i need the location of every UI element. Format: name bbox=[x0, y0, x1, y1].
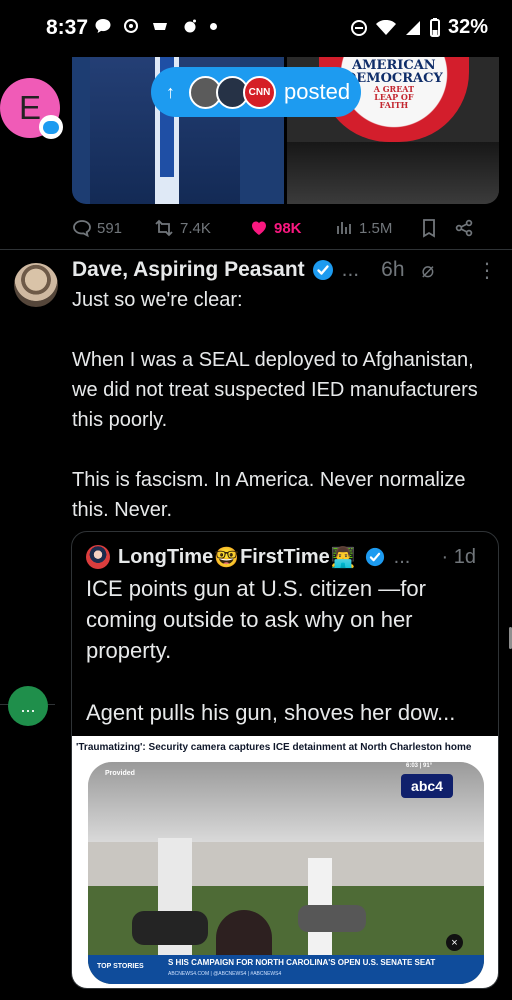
reply-icon bbox=[73, 220, 91, 238]
more-actions-button[interactable]: ... bbox=[8, 686, 48, 726]
posted-label: posted bbox=[284, 79, 351, 104]
post-time[interactable]: 6h bbox=[381, 258, 404, 282]
cnn-avatar: CNN bbox=[243, 75, 276, 109]
author-name[interactable]: Dave, Aspiring Peasant bbox=[72, 258, 305, 282]
repost-button[interactable]: 7.4K bbox=[153, 218, 249, 238]
quote-author-name[interactable]: LongTime 🤓 FirstTime 👨‍💻 bbox=[118, 545, 357, 570]
grok-icon[interactable]: ⌀ bbox=[422, 258, 435, 283]
nerd-emoji: 🤓 bbox=[214, 546, 240, 569]
up-arrow-icon: ↑ bbox=[166, 81, 175, 102]
game-notification-icon bbox=[153, 23, 167, 30]
avatar-letter: E bbox=[18, 89, 41, 126]
stage-floor bbox=[287, 142, 499, 204]
bookmark-button[interactable] bbox=[420, 218, 454, 238]
security-camera-frame: Provided TOP STORIES S HIS CAMPAIGN FOR … bbox=[88, 762, 484, 984]
battery-icon bbox=[429, 17, 440, 37]
news-ticker-sub: ABCNEWS4.COM | @ABCNEWS4 | #ABCNEWS4 bbox=[168, 971, 282, 977]
status-bar: 8:37 32% bbox=[0, 0, 512, 56]
reply-count: 591 bbox=[97, 219, 123, 237]
quote-text: ICE points gun at U.S. citizen —for comi… bbox=[86, 576, 456, 725]
posted-pill-button[interactable]: ↑ CNN posted bbox=[151, 67, 361, 117]
post-text: Just so we're clear: When I was a SEAL d… bbox=[72, 289, 478, 521]
reply-button[interactable]: 591 bbox=[72, 218, 153, 238]
wifi-icon bbox=[375, 19, 396, 35]
quote-time[interactable]: · 1d bbox=[442, 546, 476, 569]
news-lower-third: TOP STORIES S HIS CAMPAIGN FOR NORTH CAR… bbox=[88, 955, 484, 984]
share-icon bbox=[455, 219, 473, 237]
post-divider bbox=[0, 249, 512, 250]
battery-percent: 32% bbox=[447, 16, 488, 38]
repost-count: 7.4K bbox=[180, 219, 211, 237]
messages-badge-icon[interactable] bbox=[39, 115, 63, 139]
news-headline: 'Traumatizing': Security camera captures… bbox=[76, 742, 472, 753]
news-ticker: S HIS CAMPAIGN FOR NORTH CAROLINA'S OPEN… bbox=[168, 958, 436, 967]
time-temp: 6:03 | 91° bbox=[406, 763, 433, 769]
quote-media-image[interactable]: 'Traumatizing': Security camera captures… bbox=[72, 736, 498, 988]
verified-badge-icon bbox=[312, 260, 333, 280]
share-button[interactable] bbox=[454, 218, 474, 238]
settings-notification-icon bbox=[124, 19, 138, 33]
heart-icon bbox=[252, 221, 266, 235]
signal-icon bbox=[405, 20, 420, 35]
like-button[interactable]: 98K bbox=[249, 218, 334, 238]
notification-icons bbox=[94, 17, 217, 35]
station-logo: abc4 bbox=[401, 774, 453, 798]
do-not-disturb-icon bbox=[350, 19, 367, 36]
top-stories-label: TOP STORIES bbox=[97, 963, 144, 970]
technologist-emoji: 👨‍💻 bbox=[330, 546, 356, 569]
views-icon bbox=[337, 222, 351, 234]
post-header: Dave, Aspiring Peasant ... 6h ⌀ ⋮ bbox=[72, 256, 497, 284]
quote-header: LongTime 🤓 FirstTime 👨‍💻 ... · 1d bbox=[86, 543, 476, 571]
post-actions: 591 7.4K 98K 1.5M bbox=[72, 216, 492, 240]
reddit-notification-icon bbox=[184, 19, 196, 33]
bookmark-icon bbox=[423, 219, 435, 238]
provided-label: Provided bbox=[105, 770, 135, 777]
status-time: 8:37 bbox=[46, 16, 89, 39]
verified-badge-icon bbox=[365, 547, 384, 567]
parked-car bbox=[132, 911, 208, 945]
like-count: 98K bbox=[274, 219, 302, 237]
mute-icon[interactable]: × bbox=[446, 934, 463, 951]
quote-author-avatar[interactable] bbox=[86, 545, 110, 569]
parked-car bbox=[298, 905, 366, 932]
system-icons: 32% bbox=[350, 16, 488, 39]
repost-icon bbox=[155, 219, 173, 237]
quote-handle-truncated: ... bbox=[393, 545, 411, 568]
more-options-icon[interactable]: ⋮ bbox=[477, 258, 497, 283]
more-notifications-dot bbox=[210, 22, 217, 30]
author-avatar[interactable] bbox=[14, 263, 58, 307]
quote-tweet-card[interactable]: LongTime 🤓 FirstTime 👨‍💻 ... · 1d ICE po… bbox=[71, 531, 499, 989]
views-count: 1.5M bbox=[359, 219, 393, 237]
views-button[interactable]: 1.5M bbox=[334, 218, 420, 238]
author-handle-truncated: ... bbox=[341, 258, 360, 281]
chat-notification-icon bbox=[95, 19, 111, 33]
